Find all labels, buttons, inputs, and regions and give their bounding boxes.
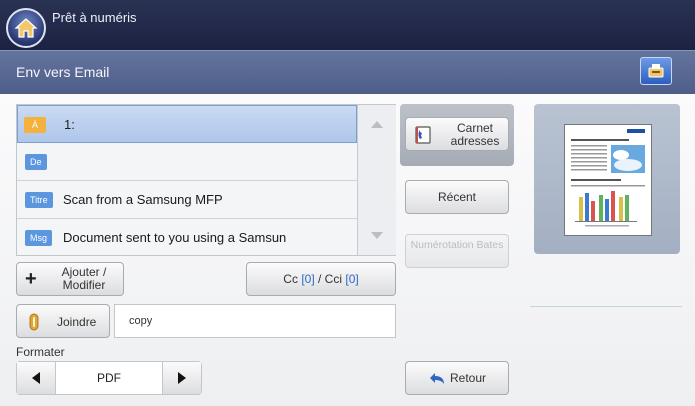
recipient-list: À 1: De Titre Scan from a Samsung MFP Ms… (16, 104, 396, 256)
back-button[interactable]: Retour (405, 361, 509, 395)
subject-tag: Titre (25, 192, 53, 208)
job-status-button[interactable] (640, 57, 672, 85)
scan-to-email-screen: Prêt à numéris Env vers Email À 1: De Ti… (0, 0, 695, 406)
document-thumbnail[interactable] (564, 124, 652, 236)
paperclip-icon (29, 313, 39, 331)
format-label: Formater (16, 345, 65, 359)
to-tag: À (24, 117, 46, 133)
to-value: 1: (64, 117, 75, 132)
to-field[interactable]: À 1: (17, 105, 357, 143)
message-tag: Msg (25, 230, 53, 246)
message-field[interactable]: Msg Document sent to you using a Samsun (17, 219, 357, 257)
message-value: Document sent to you using a Samsun (63, 230, 287, 245)
from-field[interactable]: De (17, 143, 357, 181)
address-book-label: Carnet adresses (450, 121, 500, 148)
format-selector: PDF (16, 361, 202, 395)
attach-button[interactable]: Joindre (16, 304, 110, 338)
cci-count: [0] (345, 272, 359, 286)
arrow-right-icon (178, 372, 186, 384)
cc-count: [0] (301, 272, 315, 286)
page-title: Env vers Email (16, 64, 110, 80)
format-value: PDF (97, 371, 121, 385)
home-button[interactable] (6, 8, 46, 48)
subject-value: Scan from a Samsung MFP (63, 192, 223, 207)
subject-field[interactable]: Titre Scan from a Samsung MFP (17, 181, 357, 219)
list-scrollbar[interactable] (357, 105, 396, 255)
divider (530, 306, 682, 307)
cc-separator: / (318, 272, 325, 286)
cc-cci-button[interactable]: Cc [0] / Cci [0] (246, 262, 396, 296)
bates-numbering-button[interactable]: Numérotation Bates (405, 234, 509, 268)
cc-label: Cc (283, 272, 298, 286)
address-book-icon (415, 126, 431, 144)
plus-icon: + (25, 268, 37, 290)
format-prev-button[interactable] (17, 362, 56, 394)
title-bar: Env vers Email (0, 50, 695, 95)
status-text: Prêt à numéris (52, 10, 137, 25)
cci-label: Cci (324, 272, 343, 286)
document-thumbnail-image (571, 129, 645, 227)
address-book-button[interactable]: Carnet adresses (405, 117, 509, 151)
scroll-up-button[interactable] (362, 111, 392, 139)
status-bar: Prêt à numéris (0, 0, 695, 50)
format-next-button[interactable] (162, 362, 201, 394)
undo-arrow-icon (429, 372, 444, 384)
filename-field[interactable]: copy (114, 304, 396, 338)
scroll-down-icon (371, 232, 383, 239)
back-label: Retour (449, 371, 487, 385)
add-modify-label: Ajouter / Modifier (61, 265, 107, 292)
recent-button[interactable]: Récent (405, 180, 509, 214)
scroll-down-button[interactable] (362, 221, 392, 249)
home-icon (14, 18, 38, 38)
job-status-icon (648, 64, 664, 78)
from-tag: De (25, 154, 47, 170)
add-modify-button[interactable]: + Ajouter / Modifier (16, 262, 124, 296)
document-preview-panel (534, 104, 680, 254)
scroll-up-icon (371, 121, 383, 128)
arrow-left-icon (32, 372, 40, 384)
attach-label: Joindre (57, 315, 97, 329)
